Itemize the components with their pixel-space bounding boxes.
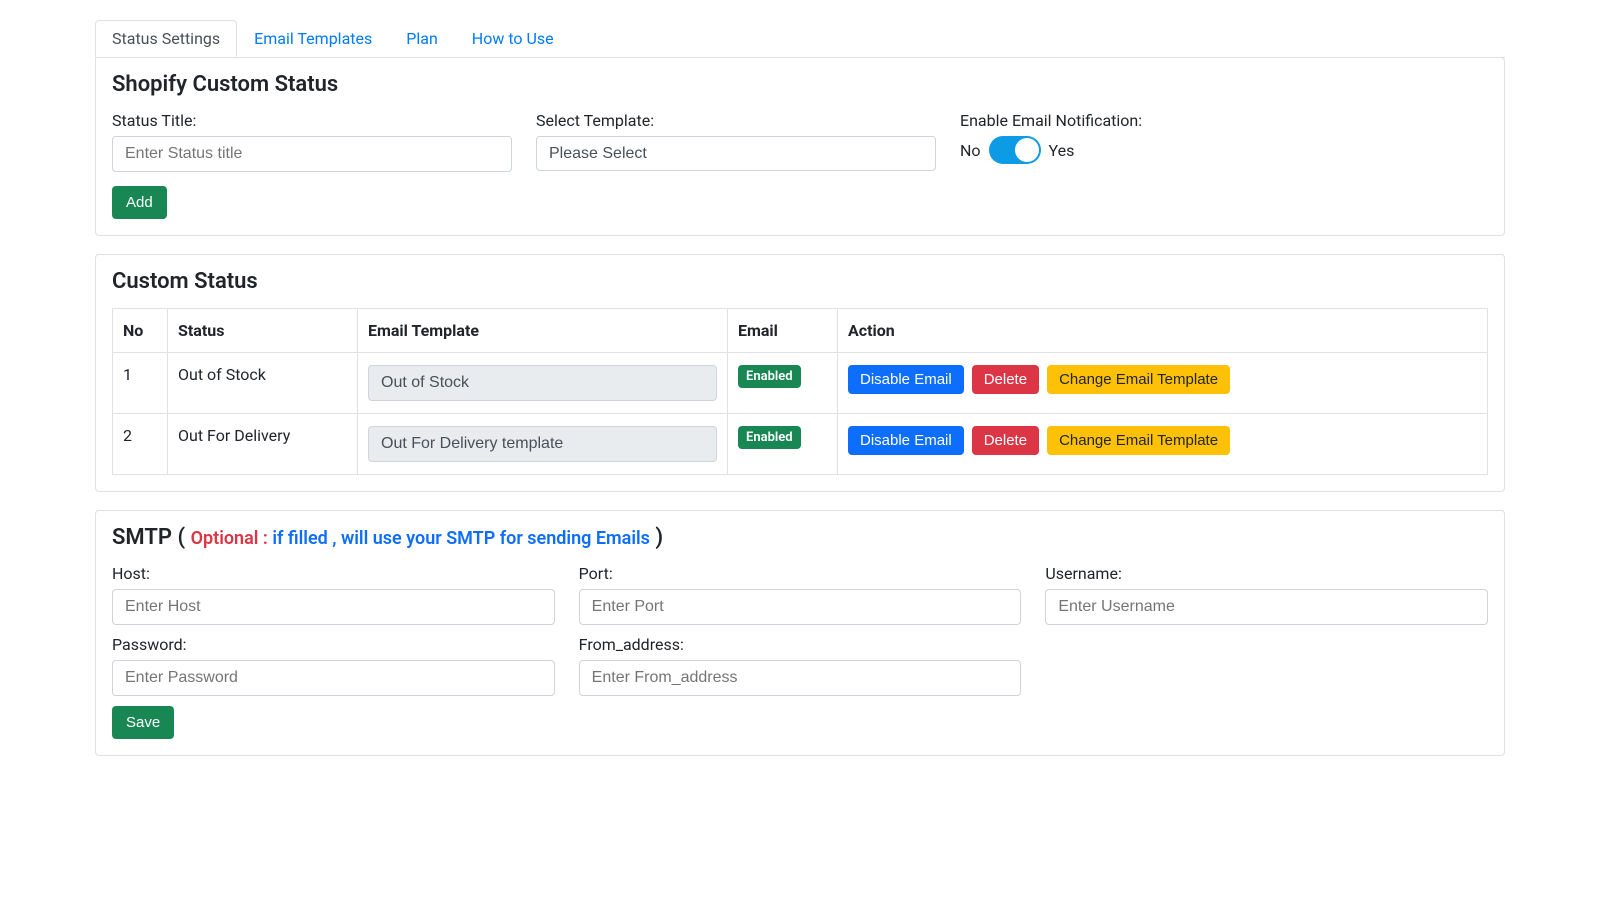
smtp-port-input[interactable] <box>579 589 1022 625</box>
tab-how-to-use[interactable]: How to Use <box>455 20 571 57</box>
delete-button[interactable]: Delete <box>972 365 1039 394</box>
smtp-port-label: Port: <box>579 564 1022 583</box>
cell-email: Enabled <box>728 414 838 475</box>
custom-status-title: Custom Status <box>112 269 1488 294</box>
custom-status-card: Custom Status No Status Email Template E… <box>95 254 1505 492</box>
table-row: 2 Out For Delivery Enabled Disable Email… <box>113 414 1488 475</box>
toggle-knob <box>1015 138 1039 162</box>
table-row: 1 Out of Stock Enabled Disable Email Del… <box>113 353 1488 414</box>
toggle-yes-label: Yes <box>1049 141 1075 160</box>
cell-status: Out For Delivery <box>168 414 358 475</box>
template-input[interactable] <box>368 365 717 401</box>
smtp-password-group: Password: <box>112 635 555 696</box>
email-enabled-badge: Enabled <box>738 426 801 449</box>
smtp-host-label: Host: <box>112 564 555 583</box>
smtp-username-input[interactable] <box>1045 589 1488 625</box>
toggle-no-label: No <box>960 141 981 160</box>
smtp-password-label: Password: <box>112 635 555 654</box>
cell-no: 1 <box>113 353 168 414</box>
enable-email-label: Enable Email Notification: <box>960 111 1488 130</box>
select-template-dropdown[interactable]: Please Select <box>536 136 936 171</box>
delete-button[interactable]: Delete <box>972 426 1039 455</box>
disable-email-button[interactable]: Disable Email <box>848 365 964 394</box>
status-title-group: Status Title: <box>112 111 512 172</box>
tab-status-settings[interactable]: Status Settings <box>95 20 237 57</box>
smtp-from-label: From_address: <box>579 635 1022 654</box>
select-template-label: Select Template: <box>536 111 936 130</box>
smtp-spacer <box>1045 635 1488 696</box>
tab-plan[interactable]: Plan <box>389 20 455 57</box>
template-input[interactable] <box>368 426 717 462</box>
select-template-group: Select Template: Please Select <box>536 111 936 172</box>
status-title-input[interactable] <box>112 136 512 172</box>
email-enabled-badge: Enabled <box>738 365 801 388</box>
cell-status: Out of Stock <box>168 353 358 414</box>
smtp-host-input[interactable] <box>112 589 555 625</box>
col-no: No <box>113 309 168 353</box>
col-email-template: Email Template <box>358 309 728 353</box>
col-status: Status <box>168 309 358 353</box>
add-button[interactable]: Add <box>112 186 167 219</box>
smtp-paren-open: ( <box>172 525 191 550</box>
smtp-title-prefix: SMTP <box>112 525 172 550</box>
shopify-section-title: Shopify Custom Status <box>112 72 1488 97</box>
col-email: Email <box>728 309 838 353</box>
smtp-host-group: Host: <box>112 564 555 625</box>
custom-status-table: No Status Email Template Email Action 1 … <box>112 308 1488 475</box>
smtp-card: SMTP ( Optional : if filled , will use y… <box>95 510 1505 756</box>
status-title-label: Status Title: <box>112 111 512 130</box>
smtp-note: if filled , will use your SMTP for sendi… <box>268 528 650 549</box>
smtp-optional-label: Optional : <box>191 528 268 549</box>
smtp-password-input[interactable] <box>112 660 555 696</box>
table-header-row: No Status Email Template Email Action <box>113 309 1488 353</box>
nav-tabs: Status Settings Email Templates Plan How… <box>95 20 1505 58</box>
smtp-port-group: Port: <box>579 564 1022 625</box>
disable-email-button[interactable]: Disable Email <box>848 426 964 455</box>
enable-email-toggle[interactable] <box>989 136 1041 164</box>
change-template-button[interactable]: Change Email Template <box>1047 365 1230 394</box>
cell-action: Disable Email Delete Change Email Templa… <box>838 353 1488 414</box>
smtp-paren-close: ) <box>650 525 663 550</box>
smtp-from-input[interactable] <box>579 660 1022 696</box>
smtp-username-group: Username: <box>1045 564 1488 625</box>
cell-template <box>358 414 728 475</box>
shopify-custom-status-card: Shopify Custom Status Status Title: Sele… <box>95 57 1505 236</box>
cell-template <box>358 353 728 414</box>
cell-email: Enabled <box>728 353 838 414</box>
col-action: Action <box>838 309 1488 353</box>
tab-email-templates[interactable]: Email Templates <box>237 20 389 57</box>
smtp-title: SMTP ( Optional : if filled , will use y… <box>112 525 1488 550</box>
smtp-username-label: Username: <box>1045 564 1488 583</box>
smtp-from-group: From_address: <box>579 635 1022 696</box>
enable-email-group: Enable Email Notification: No Yes <box>960 111 1488 172</box>
cell-no: 2 <box>113 414 168 475</box>
cell-action: Disable Email Delete Change Email Templa… <box>838 414 1488 475</box>
change-template-button[interactable]: Change Email Template <box>1047 426 1230 455</box>
save-button[interactable]: Save <box>112 706 174 739</box>
